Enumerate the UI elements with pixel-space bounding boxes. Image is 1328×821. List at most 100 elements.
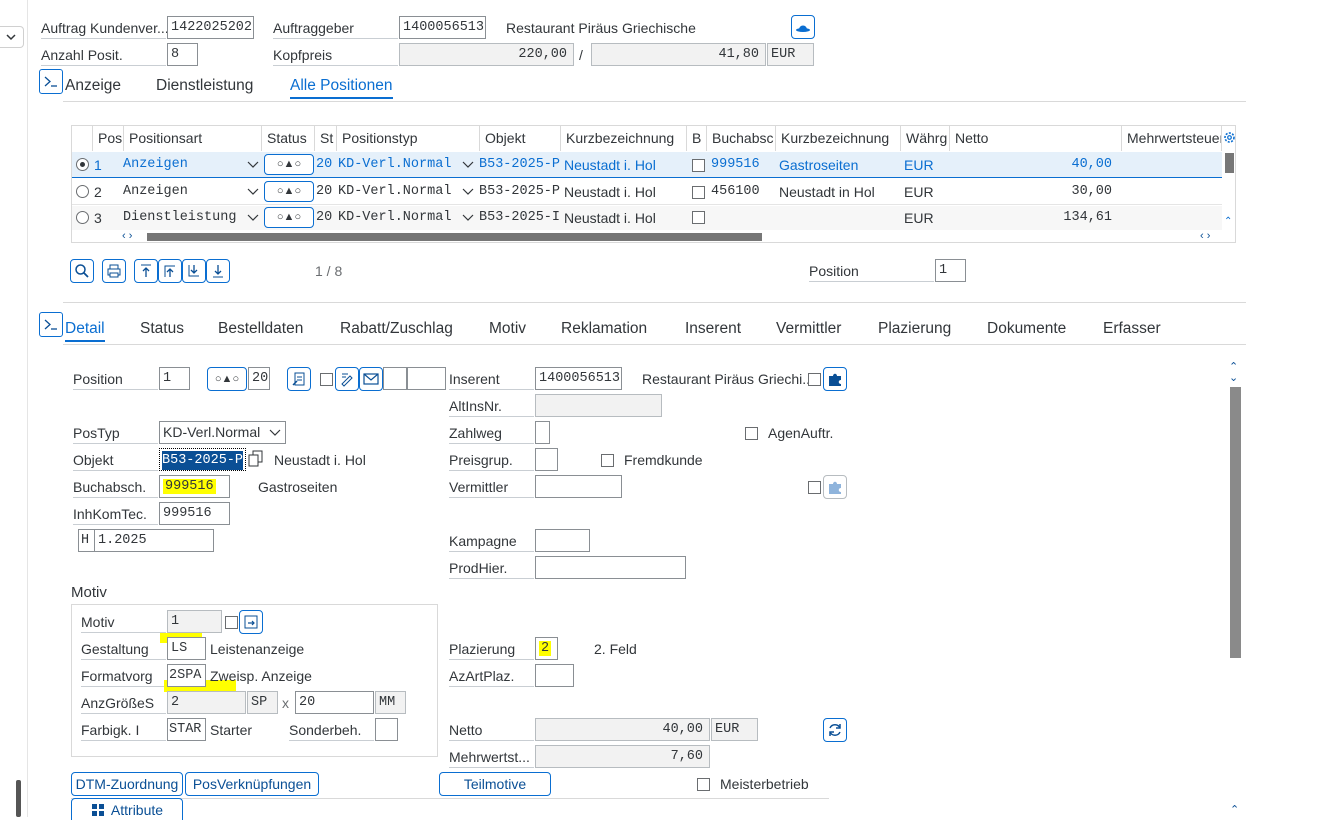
plazierung-field[interactable]: 2 (535, 637, 558, 660)
chevron-down-icon[interactable] (461, 185, 475, 199)
tab-anzeige[interactable]: Anzeige (65, 75, 121, 97)
anzahl-field[interactable]: 8 (167, 43, 198, 66)
row-radio-3[interactable] (76, 211, 89, 224)
collapse-tabs-icon[interactable] (39, 69, 63, 94)
tab-status[interactable]: Status (140, 318, 184, 340)
copy-icon[interactable] (248, 450, 264, 468)
mail-button[interactable] (359, 367, 383, 391)
zahlweg-field[interactable] (535, 421, 550, 444)
cell-positionstyp[interactable]: KD-Verl.Normal (333, 205, 463, 231)
row-checkbox[interactable] (692, 159, 705, 172)
inserent-field[interactable]: 1400056513 (535, 367, 622, 390)
detail-empty-field-1[interactable] (383, 367, 407, 390)
status-button[interactable]: ○▲○ (264, 207, 314, 228)
refresh-button[interactable] (823, 718, 847, 742)
last-page-button[interactable] (206, 259, 230, 283)
cell-positionsart[interactable]: Anzeigen (118, 179, 238, 205)
inhkom-field[interactable]: 999516 (159, 502, 230, 525)
col-header-waehrg[interactable]: Währg (901, 126, 950, 151)
cell-positionstyp[interactable]: KD-Verl.Normal (333, 152, 463, 178)
tab-motiv[interactable]: Motiv (489, 318, 526, 340)
chevron-down-icon[interactable] (0, 26, 24, 48)
col-header-positionstyp[interactable]: Positionstyp (337, 126, 480, 151)
chevron-down-icon[interactable] (461, 158, 475, 172)
dtm-zuordnung-button[interactable]: DTM-Zuordnung (71, 772, 183, 796)
date-field[interactable]: 1.2025 (94, 529, 214, 552)
formatvorg-field[interactable]: 2SPA (167, 664, 206, 687)
preisgrup-field[interactable] (535, 448, 558, 471)
next-page-button[interactable] (182, 259, 206, 283)
table-vscroll-thumb[interactable] (1225, 153, 1234, 173)
posverknuepfungen-button[interactable]: PosVerknüpfungen (185, 772, 319, 796)
row-checkbox[interactable] (692, 211, 705, 224)
table-hscroll-thumb[interactable] (147, 233, 762, 241)
tab-dokumente[interactable]: Dokumente (987, 318, 1066, 340)
tab-vermittler[interactable]: Vermittler (776, 318, 841, 340)
fremdkunde-checkbox[interactable] (601, 454, 614, 467)
vermittler-partner-button[interactable] (823, 475, 847, 499)
detail-scroll-up-icon[interactable]: ⌃ ⌄ (1229, 362, 1238, 384)
cell-positionsart[interactable]: Dienstleistung (118, 205, 243, 231)
col-header-b[interactable]: B (687, 126, 707, 151)
auftraggeber-field[interactable]: 1400056513 (399, 16, 486, 39)
edit-pen-button[interactable] (335, 367, 359, 391)
meisterbetrieb-checkbox[interactable] (697, 778, 710, 791)
tab-inserent[interactable]: Inserent (685, 318, 741, 340)
cell-positionsart[interactable]: Anzeigen (118, 152, 238, 178)
chevron-down-icon[interactable] (246, 158, 260, 172)
row-radio-1[interactable] (76, 158, 89, 171)
scroll-up-icon[interactable]: ⌃ (1224, 216, 1232, 227)
agenauftr-checkbox[interactable] (745, 427, 758, 440)
auftrag-field[interactable]: 1422025202 (167, 16, 254, 39)
prev-page-button[interactable] (158, 259, 182, 283)
col-header-st[interactable]: St (315, 126, 337, 151)
h-field[interactable]: H (78, 529, 95, 552)
col-header-objekt[interactable]: Objekt (480, 126, 561, 151)
detail-checkbox-1[interactable] (320, 373, 333, 386)
objekt-field[interactable]: B53-2025-P (159, 448, 246, 471)
teilmotive-button[interactable]: Teilmotive (439, 772, 551, 796)
chevron-down-icon[interactable] (246, 211, 260, 225)
hscroll-right-arrows[interactable]: ‹ › (1200, 230, 1210, 242)
print-button[interactable] (102, 259, 126, 283)
tab-reklamation[interactable]: Reklamation (561, 318, 647, 340)
postyp-select[interactable]: KD-Verl.Normal (159, 421, 286, 444)
col-header-pos[interactable]: Pos (93, 126, 124, 151)
document-button[interactable] (287, 367, 311, 391)
tab-bestelldaten[interactable]: Bestelldaten (218, 318, 303, 340)
zoom-button[interactable] (70, 259, 94, 283)
cell-positionstyp[interactable]: KD-Verl.Normal (333, 179, 463, 205)
row-checkbox[interactable] (692, 186, 705, 199)
tab-plazierung[interactable]: Plazierung (878, 318, 951, 340)
status-button[interactable]: ○▲○ (264, 181, 314, 202)
inserent-checkbox[interactable] (808, 373, 821, 386)
chevron-down-icon[interactable] (246, 185, 260, 199)
azartplaz-field[interactable] (535, 664, 574, 687)
sonderbeh-field[interactable] (375, 718, 398, 741)
hscroll-left-arrows[interactable]: ‹ › (122, 230, 132, 242)
collapse-detail-tabs-icon[interactable] (39, 312, 63, 337)
status-button[interactable]: ○▲○ (264, 154, 314, 175)
col-header-buchabsc[interactable]: Buchabsc (707, 126, 776, 151)
detail-vscroll-thumb[interactable] (1230, 387, 1241, 658)
motiv-checkbox[interactable] (225, 616, 238, 629)
tab-rabatt-zuschlag[interactable]: Rabatt/Zuschlag (340, 318, 453, 340)
farbigk-field[interactable]: STAR (167, 718, 206, 741)
col-header-kurzbezeichnung[interactable]: Kurzbezeichnung (561, 126, 687, 151)
vermittler-checkbox[interactable] (808, 481, 821, 494)
tab-dienstleistung[interactable]: Dienstleistung (156, 75, 253, 97)
detail-empty-field-2[interactable] (407, 367, 446, 390)
col-header-kurzbezeichnung-2[interactable]: Kurzbezeichnung (776, 126, 901, 151)
chevron-down-icon[interactable] (461, 211, 475, 225)
kampagne-field[interactable] (535, 529, 590, 552)
col-header-status[interactable]: Status (262, 126, 315, 151)
detail-status-button[interactable]: ○▲○ (207, 367, 247, 391)
position-field[interactable]: 1 (935, 259, 966, 282)
detail-position-field[interactable]: 1 (159, 367, 190, 390)
tab-erfasser[interactable]: Erfasser (1103, 318, 1161, 340)
first-page-button[interactable] (134, 259, 158, 283)
anzgroesse-field-2[interactable]: 20 (295, 691, 374, 714)
col-header-netto[interactable]: Netto (950, 126, 1122, 151)
col-header-positionsart[interactable]: Positionsart (124, 126, 262, 151)
table-settings-icon[interactable] (1223, 131, 1236, 144)
